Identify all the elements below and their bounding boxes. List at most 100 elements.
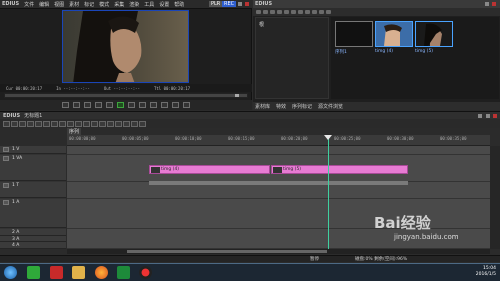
track-header-1a[interactable]: 1 A <box>0 199 66 228</box>
playhead-marker-icon[interactable] <box>324 135 332 140</box>
view-icon[interactable] <box>326 10 331 14</box>
bin-minimize-icon[interactable] <box>485 2 489 6</box>
tab-sequence-markers[interactable]: 序列标记 <box>292 103 312 110</box>
track-header-1va[interactable]: 1 VA <box>0 155 66 181</box>
track-header-1t[interactable]: 1 T <box>0 182 66 198</box>
redo-icon[interactable] <box>27 120 34 127</box>
track-lane[interactable] <box>67 146 490 155</box>
ripple-icon[interactable] <box>43 120 50 127</box>
track-toggle-icon[interactable] <box>3 156 9 161</box>
menu-clip[interactable]: 素材 <box>69 1 79 8</box>
plr-badge[interactable]: PLR <box>209 1 223 7</box>
scrub-thumb[interactable] <box>235 94 239 97</box>
up-folder-icon[interactable] <box>270 10 275 14</box>
tab-effects[interactable]: 特效 <box>276 103 286 110</box>
app-360-icon[interactable] <box>27 266 40 279</box>
menu-help[interactable]: 帮助 <box>174 1 184 8</box>
time-ruler[interactable]: 00:00:00;00 00:00:05;00 00:00:10;00 00:0… <box>67 135 490 146</box>
delete-icon[interactable] <box>312 10 317 14</box>
bin-clip-sequence[interactable]: 序列1 <box>335 21 373 57</box>
overwrite-button[interactable] <box>161 102 168 108</box>
media-app-icon[interactable] <box>117 266 130 279</box>
menu-mode[interactable]: 模式 <box>99 1 109 8</box>
group-icon[interactable] <box>107 120 114 127</box>
playhead-line[interactable] <box>328 135 329 249</box>
system-clock[interactable]: 15:04 2016/1/5 <box>476 266 496 278</box>
audio-mixer-icon[interactable] <box>83 120 90 127</box>
timeline-close-icon[interactable] <box>493 114 497 118</box>
bin-clip-timg4[interactable]: timg (4) <box>375 21 413 57</box>
rewind-button[interactable] <box>95 102 102 108</box>
export-button[interactable] <box>183 102 190 108</box>
scroll-thumb[interactable] <box>127 250 327 253</box>
bin-clip-timg5[interactable]: timg (5) <box>415 21 453 57</box>
open-icon[interactable] <box>11 120 18 127</box>
track-header-1v[interactable]: 1 V <box>0 146 66 154</box>
set-out-button[interactable] <box>73 102 80 108</box>
step-back-button[interactable] <box>106 102 113 108</box>
set-in-button[interactable] <box>62 102 69 108</box>
delete-icon[interactable] <box>67 120 74 127</box>
track-header-4a[interactable]: 4 A <box>0 242 66 249</box>
mode-icon[interactable] <box>35 120 42 127</box>
save-icon[interactable] <box>3 120 10 127</box>
loop-button[interactable] <box>150 102 157 108</box>
render-icon[interactable] <box>123 120 130 127</box>
sequence-tab[interactable]: 序列1 <box>67 128 81 141</box>
tab-bin[interactable]: 素材库 <box>255 103 270 110</box>
step-forward-button[interactable] <box>128 102 135 108</box>
player-scrub-bar[interactable] <box>4 93 248 98</box>
start-button-icon[interactable] <box>4 266 17 279</box>
search-icon[interactable] <box>263 10 268 14</box>
paste-icon[interactable] <box>305 10 310 14</box>
firefox-icon[interactable] <box>95 266 108 279</box>
copy-icon[interactable] <box>298 10 303 14</box>
app-red-icon[interactable] <box>50 266 63 279</box>
tab-source-browser[interactable]: 源文件浏览 <box>318 103 343 110</box>
track-toggle-icon[interactable] <box>3 147 9 152</box>
timeline-clip-timg5[interactable]: timg (5) <box>271 165 408 174</box>
marker-icon[interactable] <box>75 120 82 127</box>
folder-icon[interactable] <box>256 10 261 14</box>
timeline-minimize-icon[interactable] <box>478 114 482 118</box>
bin-close-icon[interactable] <box>492 2 496 6</box>
sync-icon[interactable] <box>51 120 58 127</box>
insert-button[interactable] <box>172 102 179 108</box>
record-app-icon[interactable] <box>139 266 152 279</box>
import-icon[interactable] <box>284 10 289 14</box>
export-icon[interactable] <box>131 120 138 127</box>
properties-icon[interactable] <box>319 10 324 14</box>
menu-capture[interactable]: 采集 <box>114 1 124 8</box>
rec-badge[interactable]: REC <box>222 1 237 7</box>
cut-icon[interactable] <box>291 10 296 14</box>
menu-tools[interactable]: 工具 <box>144 1 154 8</box>
track-toggle-icon[interactable] <box>3 183 9 188</box>
folder-icon[interactable] <box>72 266 85 279</box>
settings-icon[interactable] <box>139 120 146 127</box>
minimize-icon[interactable] <box>238 2 242 6</box>
menu-marker[interactable]: 标记 <box>84 1 94 8</box>
close-icon[interactable] <box>245 2 249 6</box>
track-toggle-icon[interactable] <box>3 200 9 205</box>
menu-settings[interactable]: 设置 <box>159 1 169 8</box>
stop-button[interactable] <box>84 102 91 108</box>
cut-point-icon[interactable] <box>59 120 66 127</box>
bin-window: EDIUS 根 序列1 timg (4) timg (5) 素材库 特效 序列标… <box>253 0 500 110</box>
link-icon[interactable] <box>115 120 122 127</box>
track-header-2a[interactable]: 2 A <box>0 229 66 236</box>
snap-icon[interactable] <box>99 120 106 127</box>
menu-edit[interactable]: 编辑 <box>39 1 49 8</box>
new-clip-icon[interactable] <box>277 10 282 14</box>
clip-label: timg (5) <box>283 167 302 172</box>
zoom-icon[interactable] <box>91 120 98 127</box>
menu-file[interactable]: 文件 <box>24 1 34 8</box>
timeline-maximize-icon[interactable] <box>486 114 490 118</box>
undo-icon[interactable] <box>19 120 26 127</box>
play-button[interactable] <box>117 102 124 108</box>
menu-view[interactable]: 视图 <box>54 1 64 8</box>
root-folder[interactable]: 根 <box>259 21 264 28</box>
timeline-clip-timg4[interactable]: timg (4) <box>149 165 270 174</box>
fast-forward-button[interactable] <box>139 102 146 108</box>
menu-render[interactable]: 渲染 <box>129 1 139 8</box>
audio-waveform-bar[interactable] <box>149 181 408 185</box>
